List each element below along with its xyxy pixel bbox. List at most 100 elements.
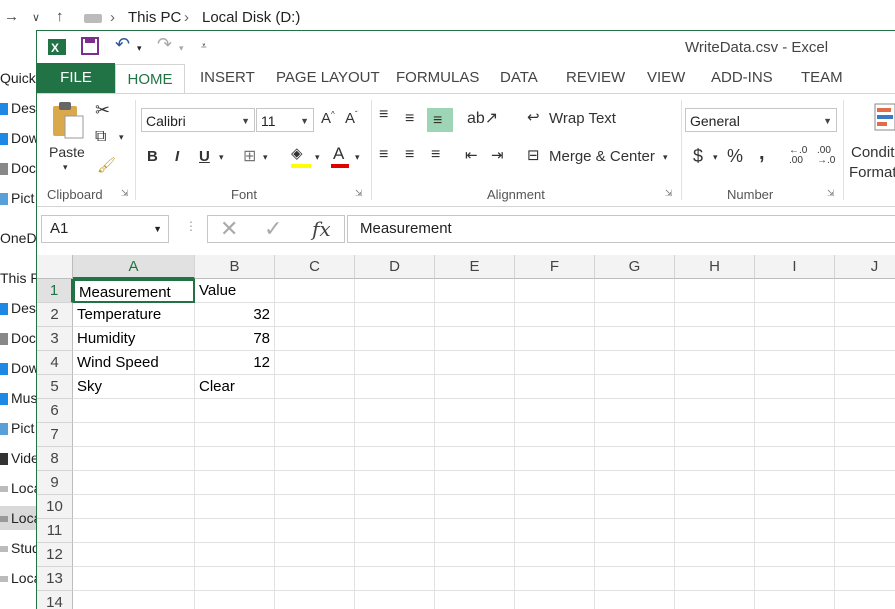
cell-e4[interactable]	[435, 351, 515, 375]
tab-review[interactable]: REVIEW	[566, 63, 625, 93]
cancel-icon[interactable]: ✕	[220, 216, 238, 242]
font-color-icon[interactable]: A	[333, 144, 344, 164]
cell-f4[interactable]	[515, 351, 595, 375]
cell-b8[interactable]	[195, 447, 275, 471]
cell-i8[interactable]	[755, 447, 835, 471]
cell-h11[interactable]	[675, 519, 755, 543]
nav-item[interactable]: Des	[0, 96, 38, 120]
cell-f13[interactable]	[515, 567, 595, 591]
row-header-2[interactable]: 2	[37, 303, 73, 327]
row-header-8[interactable]: 8	[37, 447, 73, 471]
cut-icon[interactable]: ✂	[95, 100, 110, 121]
tab-add-ins[interactable]: ADD-INS	[711, 63, 773, 93]
nav-item[interactable]: Loca	[0, 476, 38, 500]
cell-e12[interactable]	[435, 543, 515, 567]
cell-i7[interactable]	[755, 423, 835, 447]
cell-f9[interactable]	[515, 471, 595, 495]
cell-f5[interactable]	[515, 375, 595, 399]
cell-i11[interactable]	[755, 519, 835, 543]
tab-team[interactable]: TEAM	[801, 63, 843, 93]
cell-i5[interactable]	[755, 375, 835, 399]
cell-a4[interactable]: Wind Speed	[73, 351, 195, 375]
nav-item[interactable]: Vide	[0, 446, 38, 470]
chevron-down-icon[interactable]: ▾	[63, 162, 68, 173]
conditional-formatting-button[interactable]: Condit	[851, 144, 894, 161]
align-left-icon[interactable]: ≡	[379, 146, 388, 164]
nav-quick-access[interactable]: Quick	[0, 66, 38, 90]
cell-e6[interactable]	[435, 399, 515, 423]
column-header-g[interactable]: G	[595, 255, 675, 279]
cell-a13[interactable]	[73, 567, 195, 591]
tab-formulas[interactable]: FORMULAS	[396, 63, 479, 93]
merge-center-button[interactable]: Merge & Center	[549, 148, 655, 165]
borders-icon[interactable]: ⊞	[243, 146, 256, 166]
align-center-icon[interactable]: ≡	[405, 146, 414, 164]
underline-button[interactable]: U	[199, 148, 210, 165]
cell-i10[interactable]	[755, 495, 835, 519]
enter-icon[interactable]: ✓	[264, 216, 282, 242]
increase-font-icon[interactable]: A^	[321, 110, 335, 127]
cell-e1[interactable]	[435, 279, 515, 303]
cell-c7[interactable]	[275, 423, 355, 447]
cell-b11[interactable]	[195, 519, 275, 543]
cell-h5[interactable]	[675, 375, 755, 399]
cell-d10[interactable]	[355, 495, 435, 519]
paste-button[interactable]: Paste	[49, 144, 85, 160]
cell-h6[interactable]	[675, 399, 755, 423]
decrease-indent-icon[interactable]: ⇤	[465, 146, 478, 164]
row-header-9[interactable]: 9	[37, 471, 73, 495]
cell-e9[interactable]	[435, 471, 515, 495]
cell-c4[interactable]	[275, 351, 355, 375]
column-header-c[interactable]: C	[275, 255, 355, 279]
cell-f6[interactable]	[515, 399, 595, 423]
cell-d9[interactable]	[355, 471, 435, 495]
cell-f7[interactable]	[515, 423, 595, 447]
cell-g7[interactable]	[595, 423, 675, 447]
back-arrow-icon[interactable]: →	[4, 8, 19, 25]
insert-function-button[interactable]: fx	[312, 217, 331, 241]
cell-g6[interactable]	[595, 399, 675, 423]
cell-b6[interactable]	[195, 399, 275, 423]
cell-i4[interactable]	[755, 351, 835, 375]
nav-item-selected[interactable]: Loca	[0, 506, 38, 530]
cell-a1[interactable]: Measurement	[73, 279, 195, 303]
cell-c5[interactable]	[275, 375, 355, 399]
cell-i13[interactable]	[755, 567, 835, 591]
cell-a8[interactable]	[73, 447, 195, 471]
chevron-down-icon[interactable]: ▾	[119, 132, 124, 143]
cell-j7[interactable]	[835, 423, 895, 447]
cell-a7[interactable]	[73, 423, 195, 447]
breadcrumb-local-disk[interactable]: Local Disk (D:)	[202, 9, 300, 26]
cell-j11[interactable]	[835, 519, 895, 543]
select-all-button[interactable]	[37, 255, 73, 279]
chevron-down-icon[interactable]: ▾	[315, 152, 320, 163]
cell-j1[interactable]	[835, 279, 895, 303]
cell-f14[interactable]	[515, 591, 595, 609]
cell-d12[interactable]	[355, 543, 435, 567]
cell-d11[interactable]	[355, 519, 435, 543]
cell-b7[interactable]	[195, 423, 275, 447]
row-header-1[interactable]: 1	[37, 279, 73, 303]
column-header-f[interactable]: F	[515, 255, 595, 279]
breadcrumb-this-pc[interactable]: This PC	[128, 9, 181, 26]
chevron-down-icon[interactable]: ▾	[713, 152, 718, 163]
conditional-formatting-icon[interactable]	[873, 102, 895, 132]
nav-item[interactable]: Pict	[0, 186, 38, 210]
currency-button[interactable]: $	[693, 146, 703, 167]
cell-c14[interactable]	[275, 591, 355, 609]
cell-i9[interactable]	[755, 471, 835, 495]
cell-b9[interactable]	[195, 471, 275, 495]
cell-a2[interactable]: Temperature	[73, 303, 195, 327]
cell-e8[interactable]	[435, 447, 515, 471]
paste-icon[interactable]	[51, 100, 85, 140]
cell-j12[interactable]	[835, 543, 895, 567]
row-header-7[interactable]: 7	[37, 423, 73, 447]
cell-c3[interactable]	[275, 327, 355, 351]
cell-d14[interactable]	[355, 591, 435, 609]
cell-j3[interactable]	[835, 327, 895, 351]
merge-center-icon[interactable]: ⊟	[527, 146, 540, 164]
chevron-down-icon[interactable]: ▾	[137, 43, 142, 63]
increase-decimal-icon[interactable]: ←.0.00	[789, 146, 807, 166]
cell-b13[interactable]	[195, 567, 275, 591]
cell-f8[interactable]	[515, 447, 595, 471]
